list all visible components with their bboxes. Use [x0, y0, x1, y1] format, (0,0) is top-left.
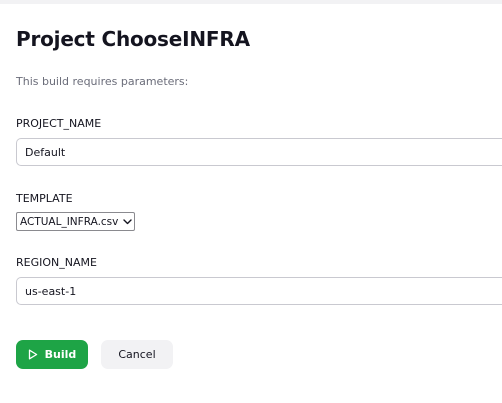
- cancel-button-label: Cancel: [118, 348, 156, 361]
- project-name-label: PROJECT_NAME: [16, 117, 102, 130]
- chevron-down-icon: [120, 213, 134, 230]
- build-parameters-page: Project ChooseINFRA This build requires …: [0, 0, 502, 403]
- build-button[interactable]: Build: [16, 340, 88, 369]
- region-name-input[interactable]: [16, 277, 502, 305]
- template-label: TEMPLATE: [16, 192, 73, 205]
- build-button-label: Build: [44, 348, 77, 361]
- region-name-label: REGION_NAME: [16, 256, 97, 269]
- cancel-button[interactable]: Cancel: [101, 340, 173, 369]
- template-select-value: ACTUAL_INFRA.csv: [20, 215, 119, 228]
- page-title: Project ChooseINFRA: [16, 27, 250, 51]
- top-strip: [0, 0, 502, 4]
- project-name-input[interactable]: [16, 138, 502, 166]
- template-select[interactable]: ACTUAL_INFRA.csv: [16, 212, 135, 231]
- page-subtitle: This build requires parameters:: [16, 75, 189, 88]
- play-icon: [28, 349, 38, 360]
